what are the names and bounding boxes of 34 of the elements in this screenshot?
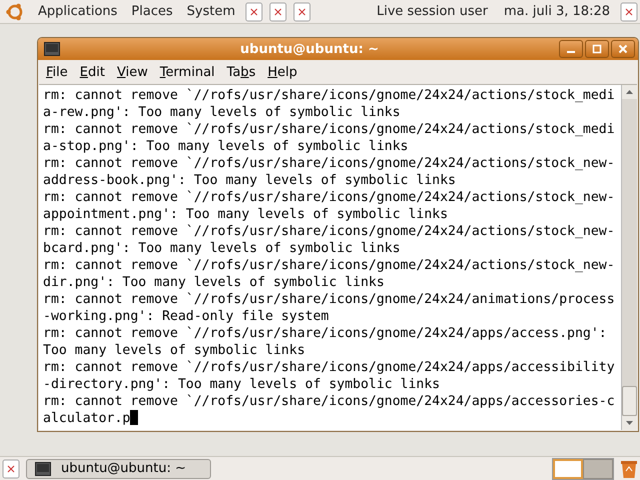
panel-menu[interactable]: System (182, 4, 240, 19)
maximize-button[interactable] (585, 40, 609, 58)
ubuntu-logo-icon[interactable] (5, 2, 25, 22)
scroll-up-icon[interactable] (626, 90, 633, 94)
broken-image-icon[interactable] (2, 458, 20, 478)
broken-image-icon[interactable] (269, 2, 288, 22)
scroll-thumb[interactable] (622, 386, 637, 416)
session-user[interactable]: Live session user (376, 4, 488, 19)
menu-item[interactable]: File (43, 64, 71, 80)
broken-image-icon[interactable] (245, 2, 264, 22)
menu-item[interactable]: Tabs (224, 64, 259, 80)
clock[interactable]: ma. juli 3, 18:28 (504, 4, 610, 19)
scroll-down-icon[interactable] (626, 421, 633, 425)
close-icon (618, 44, 628, 54)
menu-item[interactable]: Edit (76, 64, 108, 80)
menu-item[interactable]: Terminal (156, 64, 218, 80)
broken-image-icon[interactable] (620, 2, 638, 22)
menu-item[interactable]: Help (264, 64, 300, 80)
trash-icon[interactable] (620, 458, 638, 478)
window-title: ubuntu@ubuntu: ~ (239, 42, 380, 56)
terminal-icon (44, 42, 60, 56)
minimize-icon (567, 51, 575, 53)
scrollbar[interactable] (621, 85, 637, 430)
close-button[interactable] (611, 40, 635, 58)
terminal-icon (35, 462, 51, 476)
panel-menu[interactable]: Applications (34, 4, 122, 19)
broken-image-icon[interactable] (293, 2, 312, 22)
workspace[interactable] (553, 458, 583, 478)
minimize-button[interactable] (559, 40, 583, 58)
menu-item[interactable]: View (114, 64, 151, 80)
taskbar-button[interactable]: ubuntu@ubuntu: ~ (26, 458, 211, 478)
maximize-icon (592, 44, 602, 54)
panel-menu[interactable]: Places (127, 4, 177, 19)
text-cursor (130, 410, 138, 425)
